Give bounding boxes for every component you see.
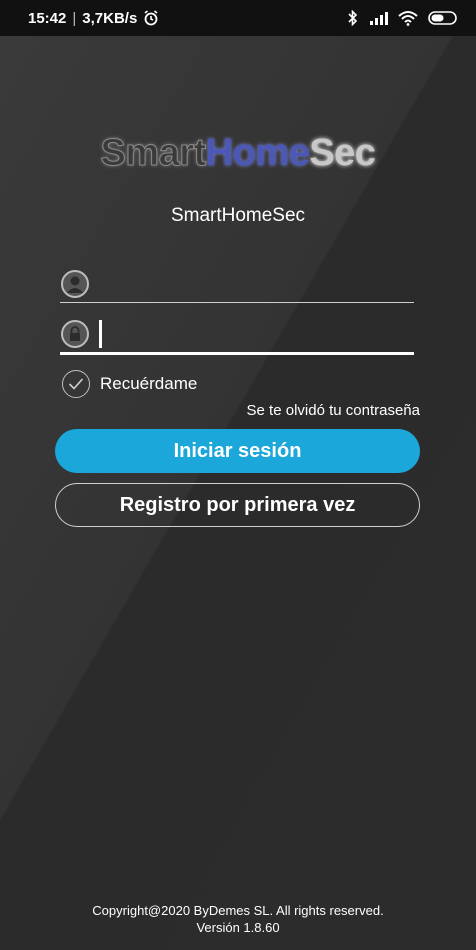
network-speed: 3,7KB/s xyxy=(82,9,138,27)
separator: | xyxy=(72,9,77,27)
register-button[interactable]: Registro por primera vez xyxy=(55,483,420,527)
remember-checkbox[interactable] xyxy=(62,370,90,398)
remember-label: Recuérdame xyxy=(100,374,198,393)
login-button[interactable]: Iniciar sesión xyxy=(55,429,420,473)
wifi-icon xyxy=(398,11,418,26)
username-field xyxy=(60,266,414,303)
password-input[interactable] xyxy=(102,317,414,351)
logo-home: Home xyxy=(205,132,310,174)
clock: 15:42 xyxy=(28,9,67,27)
app-logo: SmartHomeSec xyxy=(0,132,476,175)
status-bar: 15:42 | 3,7KB/s xyxy=(0,0,476,36)
bluetooth-icon xyxy=(348,10,358,26)
footer: Copyright@2020 ByDemes SL. All rights re… xyxy=(0,902,476,936)
alarm-icon xyxy=(144,10,158,26)
checkmark-icon xyxy=(68,378,84,390)
remember-me[interactable]: Recuérdame xyxy=(62,370,197,398)
version-text: Versión 1.8.60 xyxy=(196,920,280,935)
user-icon xyxy=(61,270,89,298)
username-input[interactable] xyxy=(89,267,414,301)
login-screen: SmartHomeSec SmartHomeSec Recuérdame Se … xyxy=(0,36,476,950)
copyright-text: Copyright@2020 ByDemes SL. All rights re… xyxy=(92,903,384,918)
battery-icon xyxy=(428,11,457,25)
forgot-password-link[interactable]: Se te olvidó tu contraseña xyxy=(247,402,420,419)
signal-icon xyxy=(370,12,388,25)
lock-icon xyxy=(61,320,89,348)
password-field xyxy=(60,316,414,355)
logo-smart: Smart xyxy=(100,132,207,175)
logo-sec: Sec xyxy=(309,132,376,174)
app-title: SmartHomeSec xyxy=(170,205,306,226)
